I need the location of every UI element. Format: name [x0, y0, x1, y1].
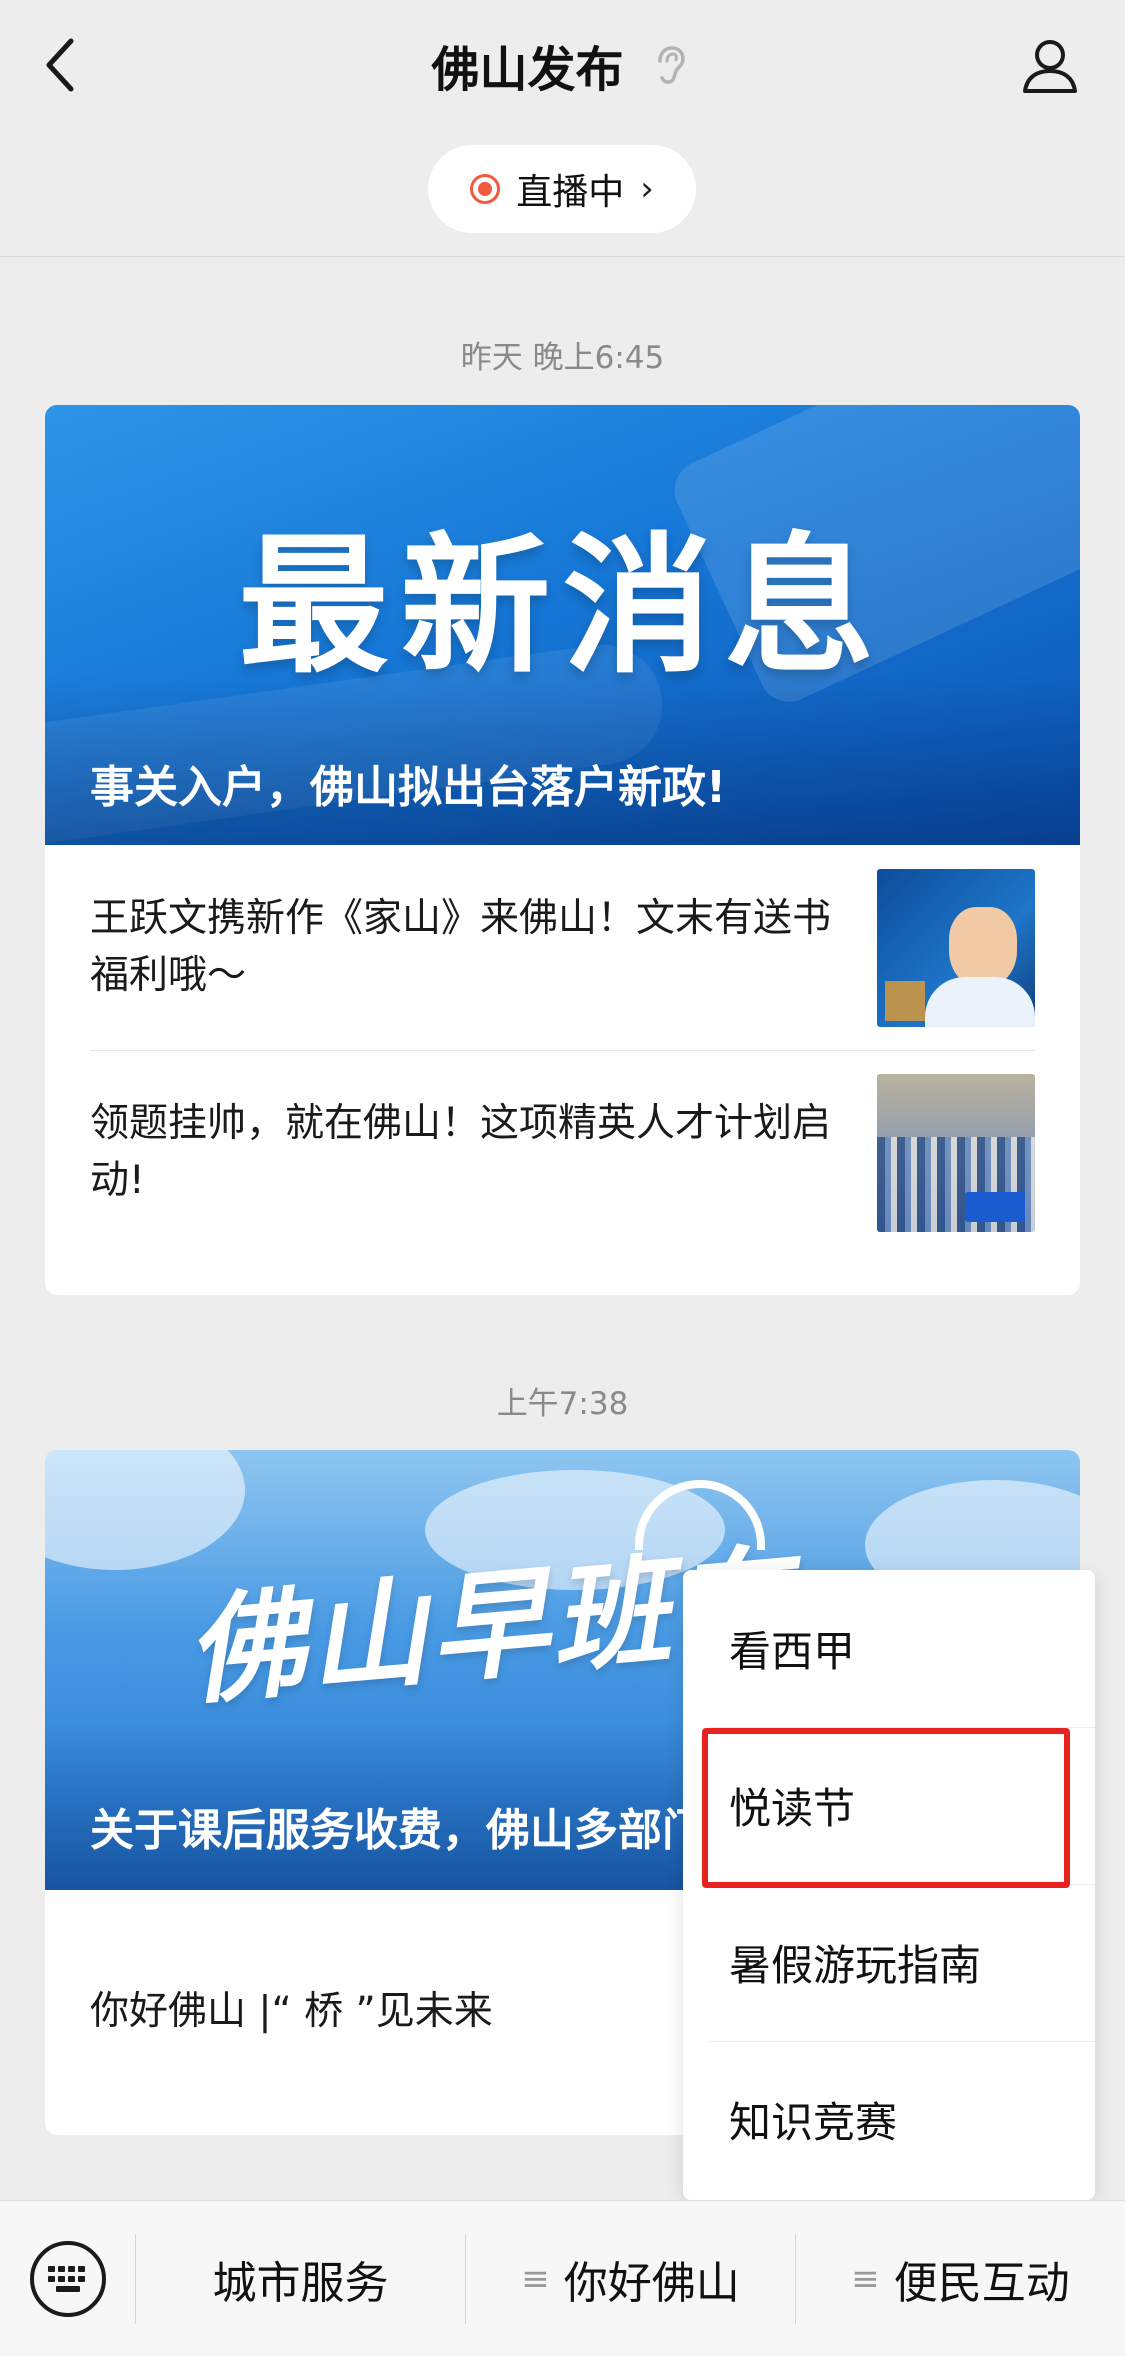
person-icon — [1023, 40, 1077, 93]
menu-city-services[interactable]: 城市服务 — [136, 2201, 465, 2356]
menu-label: 你好佛山 — [563, 2257, 740, 2309]
chevron-left-icon — [46, 38, 74, 92]
article-list-item[interactable]: 领题挂帅，就在佛山！这项精英人才计划启动! — [90, 1050, 1035, 1255]
article-cover[interactable]: 最新消息 事关入户，佛山拟出台落户新政! — [45, 405, 1080, 845]
cover-decoration — [45, 1450, 245, 1570]
submenu-item[interactable]: 暑假游玩指南 — [683, 1884, 1095, 2041]
thumbnail-decoration — [965, 1192, 1025, 1222]
page-title: 佛山发布 — [431, 42, 624, 98]
menu-hello-foshan[interactable]: ≡ 你好佛山 — [466, 2201, 795, 2356]
menu-label: 便民互动 — [893, 2257, 1070, 2309]
live-button[interactable]: 直播中 › — [428, 145, 696, 233]
submenu-item[interactable]: 看西甲 — [683, 1570, 1095, 1727]
keyboard-toggle-button[interactable] — [0, 2201, 135, 2356]
back-button[interactable] — [30, 30, 90, 100]
menu-public-interaction[interactable]: ≡ 便民互动 — [796, 2201, 1125, 2356]
thumbnail-decoration — [885, 980, 925, 1021]
cover-headline: 最新消息 — [238, 520, 887, 694]
bottom-menu-bar: 城市服务 ≡ 你好佛山 ≡ 便民互动 — [0, 2200, 1125, 2356]
ear-icon[interactable] — [654, 45, 694, 85]
thumbnail-decoration — [925, 976, 1035, 1027]
highlight-box — [702, 1728, 1070, 1888]
top-nav-bar: 佛山发布 — [0, 0, 1125, 130]
keyboard-icon — [29, 2240, 106, 2317]
header-divider — [0, 256, 1125, 257]
message-timestamp: 上午7:38 — [496, 1386, 629, 1422]
submenu-lines-icon: ≡ — [851, 2258, 880, 2299]
article-title: 领题挂帅，就在佛山！这项精英人才计划启动! — [90, 1101, 832, 1203]
thumbnail-decoration — [949, 906, 1017, 987]
live-indicator-icon — [470, 174, 501, 204]
cover-caption: 事关入户，佛山拟出台落户新政! — [90, 761, 727, 813]
profile-button[interactable] — [1015, 30, 1085, 100]
chevron-right-icon: › — [640, 169, 654, 209]
submenu-item[interactable]: 知识竞赛 — [683, 2041, 1095, 2198]
article-thumbnail — [877, 868, 1035, 1027]
article-title: 王跃文携新作《家山》来佛山！文末有送书福利哦～ — [90, 895, 832, 998]
menu-label: 城市服务 — [212, 2257, 389, 2309]
article-thumbnail — [877, 1074, 1035, 1232]
message-timestamp: 昨天 晚上6:45 — [460, 340, 665, 376]
article-card: 最新消息 事关入户，佛山拟出台落户新政! 王跃文携新作《家山》来佛山！文末有送书… — [45, 405, 1080, 1295]
live-label: 直播中 — [516, 172, 625, 213]
submenu-lines-icon: ≡ — [521, 2258, 550, 2299]
title-group: 佛山发布 — [431, 30, 693, 100]
article-list-item[interactable]: 王跃文携新作《家山》来佛山！文末有送书福利哦～ — [90, 845, 1035, 1050]
